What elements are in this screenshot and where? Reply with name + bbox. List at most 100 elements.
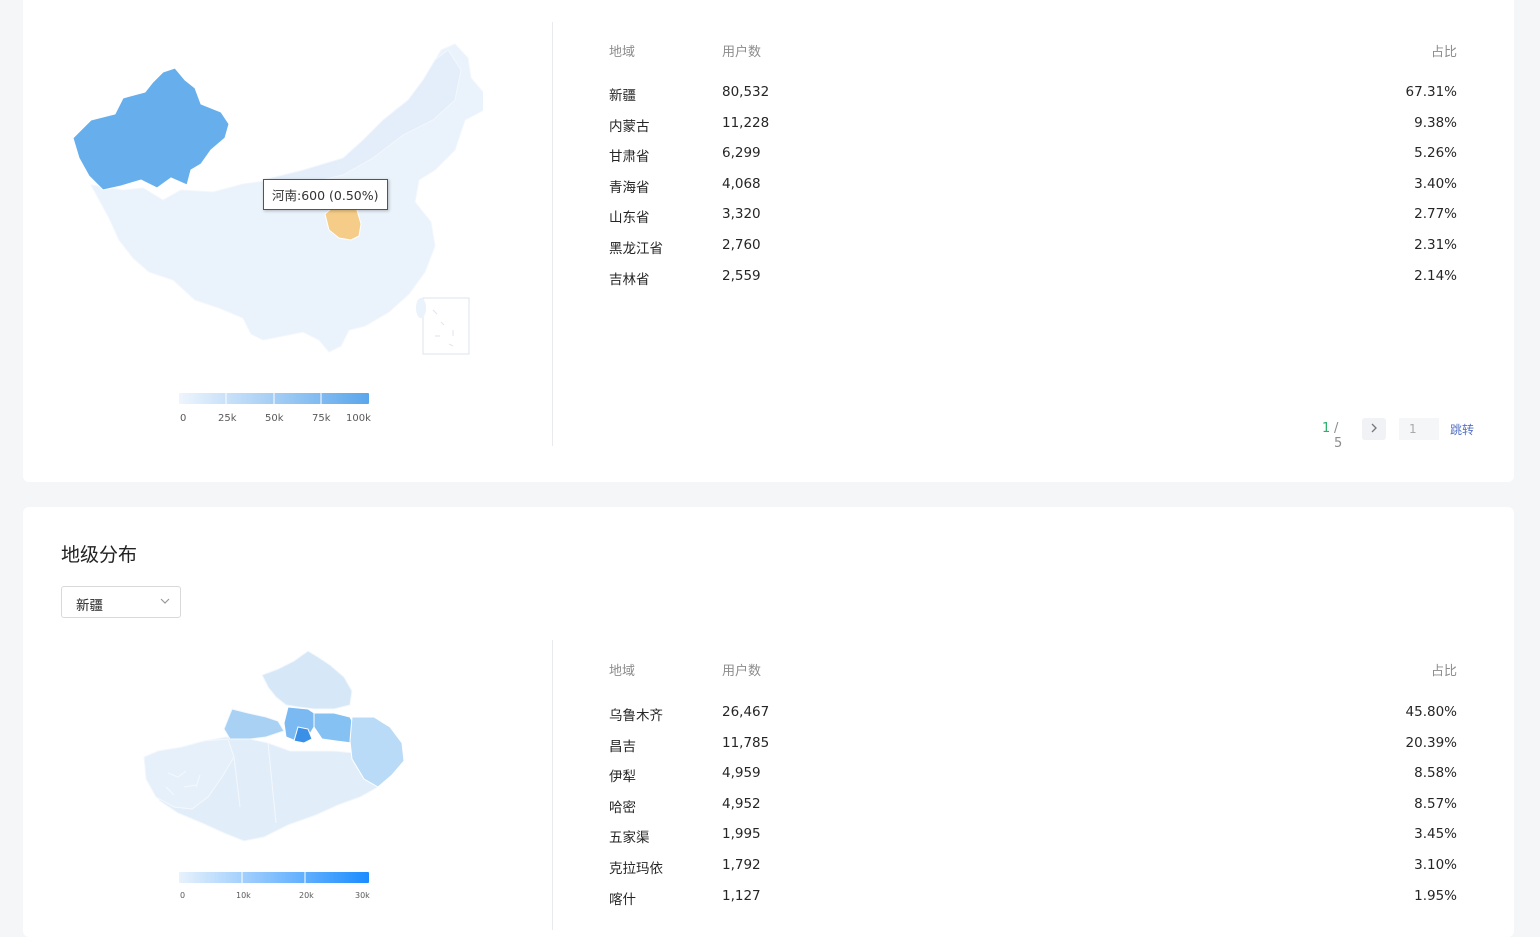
cell-ratio: 9.38%: [1414, 114, 1457, 131]
cell-region: 内蒙古: [609, 118, 650, 135]
legend-tick-label: 10k: [236, 891, 251, 900]
xinjiang-map[interactable]: [138, 647, 408, 867]
cell-ratio: 3.45%: [1414, 826, 1457, 843]
table-row: 青海省 4,068 3.40%: [609, 176, 1457, 207]
cell-region: 黑龙江省: [609, 240, 663, 257]
table-row: 伊犁 4,959 8.58%: [609, 765, 1457, 796]
province-distribution-card: 河南:600 (0.50%) 0 25k 50k 75k 100k 地域 用户数…: [23, 0, 1514, 482]
table-row: 吉林省 2,559 2.14%: [609, 268, 1457, 299]
table-row: 五家渠 1,995 3.45%: [609, 826, 1457, 857]
cell-users: 4,952: [722, 795, 761, 812]
cell-ratio: 8.58%: [1414, 765, 1457, 782]
province-map-legend[interactable]: [179, 393, 369, 404]
legend-tick-label: 0: [180, 891, 186, 900]
table-row: 克拉玛依 1,792 3.10%: [609, 857, 1457, 888]
next-page-button[interactable]: [1362, 418, 1386, 440]
cell-region: 五家渠: [609, 830, 650, 847]
cell-ratio: 5.26%: [1414, 145, 1457, 162]
cell-region: 哈密: [609, 799, 636, 816]
page-total: / 5: [1334, 421, 1343, 451]
map-tooltip: 河南:600 (0.50%): [263, 179, 388, 210]
cell-users: 26,467: [722, 704, 770, 720]
cell-ratio: 1.95%: [1414, 887, 1457, 904]
map-region-xinjiang[interactable]: [72, 67, 230, 191]
map-region-changji[interactable]: [313, 712, 357, 744]
cell-users: 80,532: [722, 84, 770, 100]
cell-region: 克拉玛依: [609, 860, 663, 877]
cell-users: 4,068: [722, 175, 761, 192]
page-current: 1: [1322, 421, 1331, 436]
cell-users: 2,760: [722, 236, 761, 253]
cell-users: 1,995: [722, 826, 761, 843]
table-row: 昌吉 11,785 20.39%: [609, 735, 1457, 766]
cell-users: 1,127: [722, 887, 761, 904]
cell-ratio: 8.57%: [1414, 795, 1457, 812]
legend-tick-label: 0: [180, 413, 187, 424]
cell-region: 乌鲁木齐: [609, 708, 663, 724]
province-select[interactable]: 新疆: [61, 586, 181, 618]
select-value: 新疆: [76, 598, 103, 614]
cell-ratio: 3.40%: [1414, 175, 1457, 192]
cell-region: 伊犁: [609, 769, 636, 786]
province-table: 地域 用户数 占比 新疆 80,532 67.31% 内蒙古 11,228 9.…: [609, 41, 1457, 298]
map-table-divider: [552, 22, 553, 446]
map-region-ili[interactable]: [223, 708, 285, 740]
cell-ratio: 45.80%: [1405, 704, 1457, 720]
legend-tick-marks: [241, 872, 306, 883]
map-region-hainan[interactable]: [326, 335, 340, 345]
table-row: 内蒙古 11,228 9.38%: [609, 115, 1457, 146]
cell-region: 新疆: [609, 88, 636, 104]
cell-users: 11,228: [722, 114, 770, 131]
table-row: 山东省 3,320 2.77%: [609, 206, 1457, 237]
page-jump-button[interactable]: 跳转: [1450, 421, 1474, 438]
map-table-divider: [552, 640, 553, 930]
inset-islands: [432, 309, 454, 347]
cell-users: 11,785: [722, 734, 770, 751]
legend-tick-label: 75k: [312, 413, 331, 424]
city-distribution-card: 地级分布 新疆 0 10k 20k 30k 地域 用户数 占比 乌鲁木齐 26,…: [23, 507, 1514, 937]
south-china-sea-inset: [422, 297, 470, 355]
cell-users: 2,559: [722, 267, 761, 284]
header-users: 用户数: [722, 45, 762, 60]
header-region: 地域: [609, 664, 636, 679]
legend-tick-marks: [225, 393, 322, 404]
legend-tick-label: 100k: [346, 413, 371, 424]
cell-ratio: 2.77%: [1414, 206, 1457, 223]
table-row: 甘肃省 6,299 5.26%: [609, 145, 1457, 176]
legend-tick-label: 25k: [218, 413, 237, 424]
header-region: 地域: [609, 45, 636, 60]
cell-ratio: 2.31%: [1414, 236, 1457, 253]
table-row: 哈密 4,952 8.57%: [609, 796, 1457, 827]
table-header: 地域 用户数 占比: [609, 660, 1457, 682]
header-ratio: 占比: [1430, 664, 1457, 679]
cell-users: 1,792: [722, 856, 761, 873]
cell-ratio: 3.10%: [1414, 856, 1457, 873]
cell-ratio: 67.31%: [1405, 84, 1457, 100]
table-header: 地域 用户数 占比: [609, 41, 1457, 63]
cell-region: 喀什: [609, 891, 636, 908]
city-map-legend[interactable]: [179, 872, 369, 883]
cell-users: 3,320: [722, 206, 761, 223]
map-region-altay[interactable]: [261, 650, 353, 710]
table-row: 喀什 1,127 1.95%: [609, 888, 1457, 919]
cell-users: 4,959: [722, 765, 761, 782]
cell-users: 6,299: [722, 145, 761, 162]
map-region-taiwan[interactable]: [416, 298, 426, 318]
legend-tick-label: 20k: [299, 891, 314, 900]
header-ratio: 占比: [1430, 45, 1457, 60]
table-row: 新疆 80,532 67.31%: [609, 84, 1457, 115]
cell-region: 青海省: [609, 179, 650, 196]
city-table: 地域 用户数 占比 乌鲁木齐 26,467 45.80% 昌吉 11,785 2…: [609, 660, 1457, 918]
cell-ratio: 20.39%: [1405, 734, 1457, 751]
table-row: 黑龙江省 2,760 2.31%: [609, 237, 1457, 268]
cell-region: 吉林省: [609, 271, 650, 288]
cell-region: 甘肃省: [609, 149, 650, 166]
cell-region: 山东省: [609, 210, 650, 227]
page-jump-input[interactable]: [1399, 418, 1439, 440]
legend-tick-label: 30k: [355, 891, 370, 900]
chevron-down-icon: [160, 598, 170, 604]
chevron-right-icon: [1371, 423, 1377, 433]
cell-region: 昌吉: [609, 738, 636, 755]
section-title: 地级分布: [61, 544, 138, 566]
header-users: 用户数: [722, 664, 762, 679]
